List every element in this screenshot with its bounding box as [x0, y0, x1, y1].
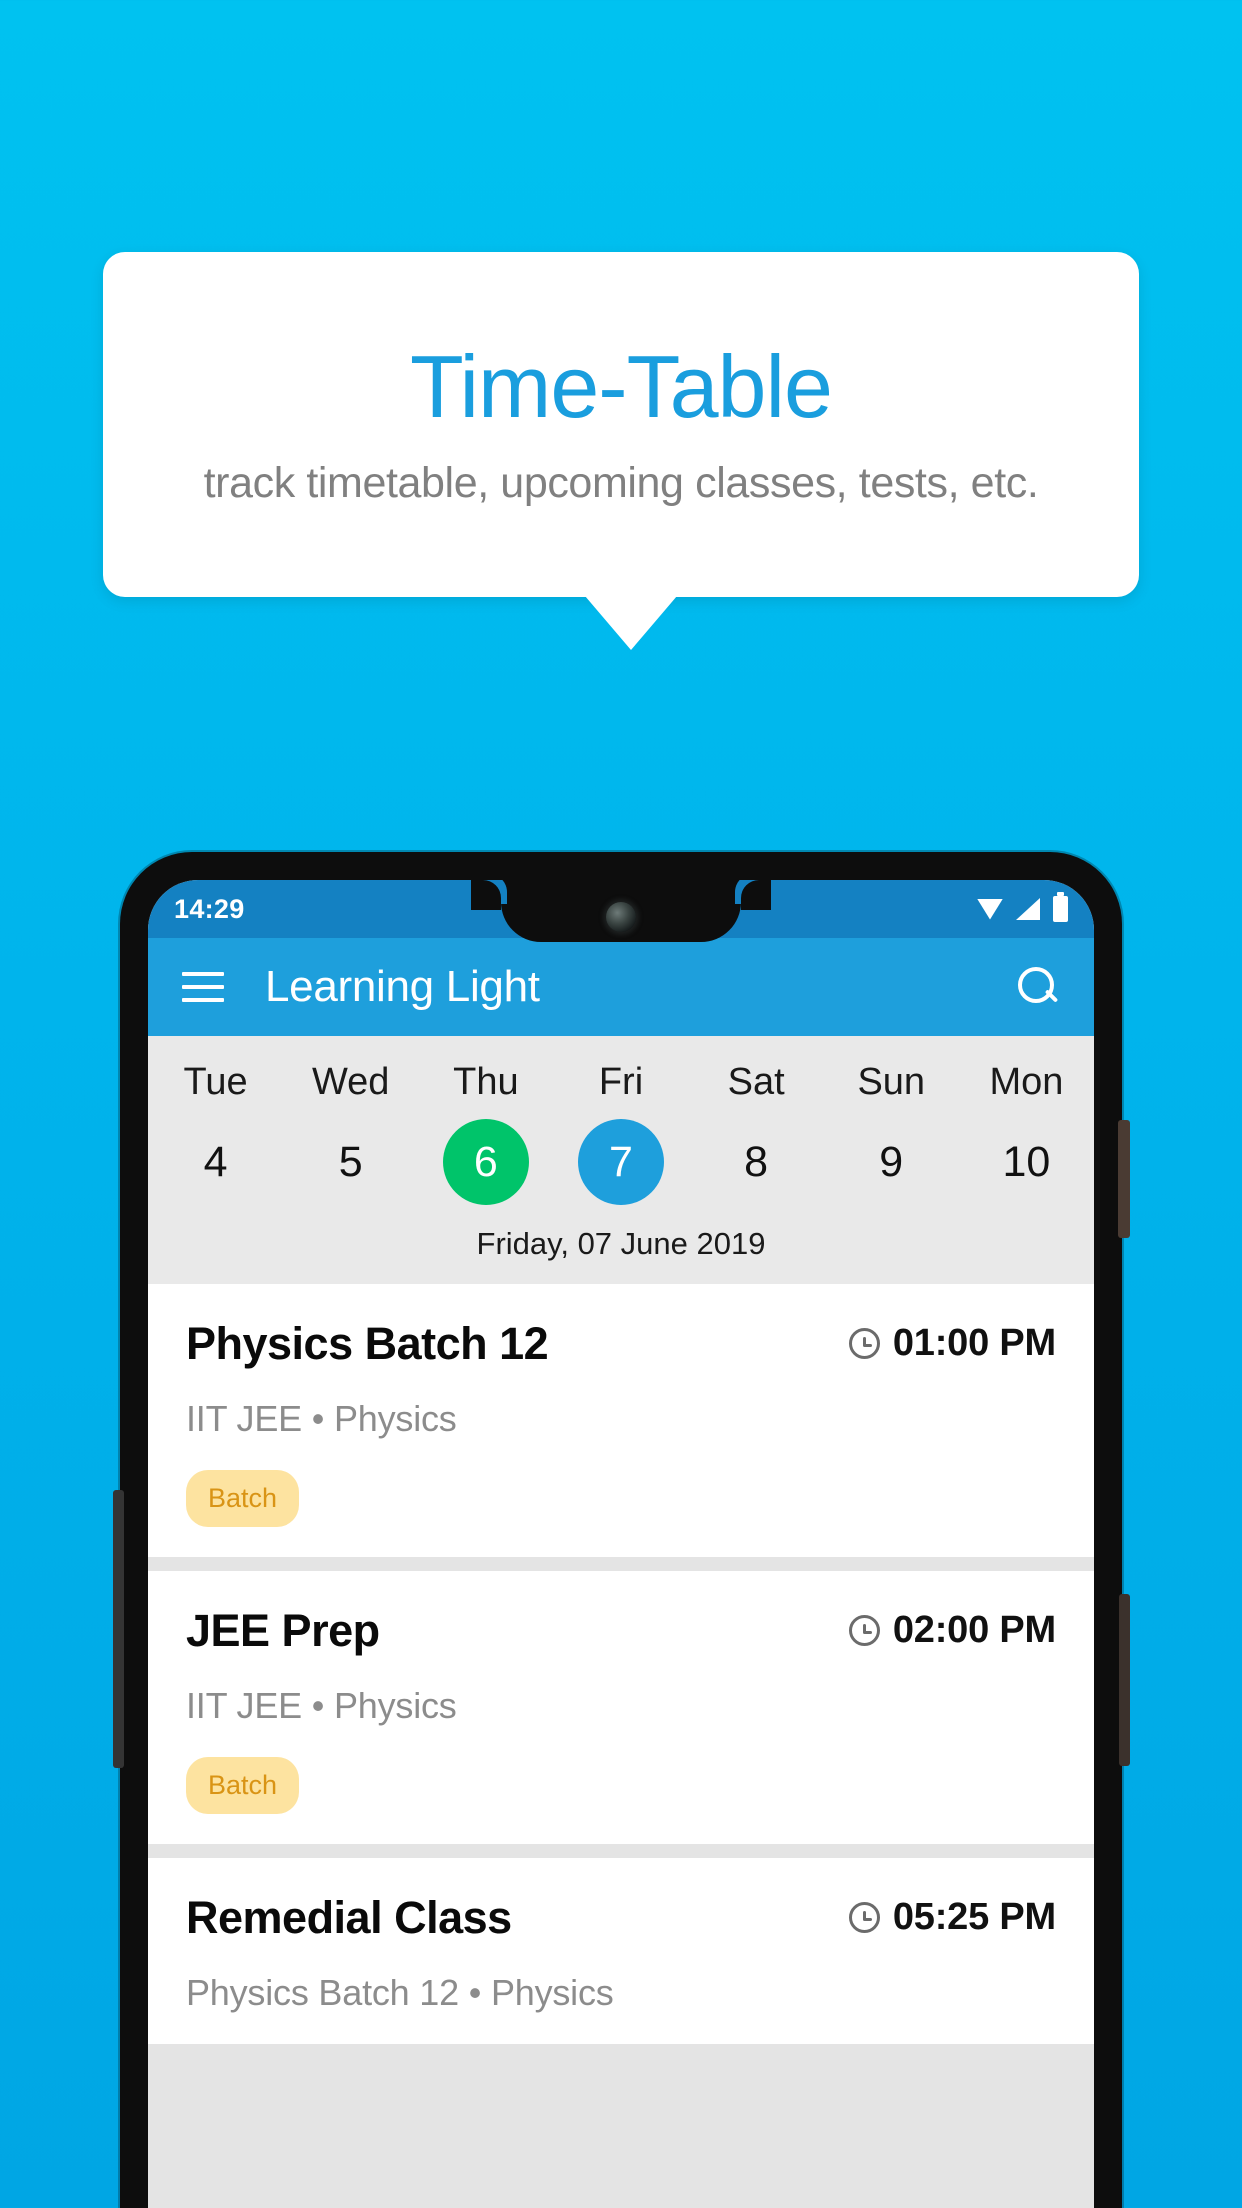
status-badge: Batch — [186, 1757, 300, 1814]
clock-icon — [848, 1902, 880, 1933]
class-card[interactable]: Physics Batch 12 01:00 PM IIT JEE • Phys… — [148, 1284, 1094, 1557]
phone-bezel: 14:29 Learning Light Tue Wed Thu Fri Sat… — [148, 880, 1094, 2208]
power-button[interactable] — [1118, 1120, 1130, 1238]
class-card[interactable]: Remedial Class 05:25 PM Physics Batch 12… — [148, 1858, 1094, 2044]
class-title: Remedial Class — [186, 1892, 512, 1943]
date-cell[interactable]: 10 — [959, 1114, 1094, 1210]
class-card[interactable]: JEE Prep 02:00 PM IIT JEE • Physics Batc… — [148, 1571, 1094, 1844]
class-time-group: 02:00 PM — [848, 1609, 1056, 1652]
front-camera-icon — [606, 902, 636, 932]
class-subtitle: IIT JEE • Physics — [186, 1398, 457, 1439]
date-number: 8 — [744, 1137, 769, 1186]
date-number: 5 — [338, 1137, 363, 1186]
wifi-icon — [977, 898, 1003, 920]
weekday-label: Tue — [183, 1060, 248, 1103]
date-cell[interactable]: 9 — [824, 1114, 959, 1210]
volume-button[interactable] — [1119, 1594, 1130, 1766]
hamburger-menu-icon[interactable] — [182, 972, 224, 1002]
weekday-label: Mon — [989, 1060, 1064, 1103]
weekday-label: Thu — [453, 1060, 519, 1103]
date-cell-selected[interactable]: 7 — [553, 1114, 688, 1210]
date-number: 4 — [203, 1137, 228, 1186]
left-side-button[interactable] — [113, 1490, 124, 1768]
date-number-row: 4 5 6 7 8 9 10 — [148, 1114, 1094, 1210]
date-cell[interactable]: 5 — [283, 1114, 418, 1210]
class-card-header: Remedial Class 05:25 PM — [186, 1892, 1056, 1944]
class-card-header: Physics Batch 12 01:00 PM — [186, 1318, 1056, 1370]
weekday-row: Tue Wed Thu Fri Sat Sun Mon — [148, 1050, 1094, 1114]
phone-device-frame: 14:29 Learning Light Tue Wed Thu Fri Sat… — [113, 852, 1130, 2208]
class-time-group: 01:00 PM — [848, 1322, 1056, 1365]
callout-pointer-arrow — [585, 596, 677, 650]
status-badge: Batch — [186, 1470, 300, 1527]
class-subtitle: Physics Batch 12 • Physics — [186, 1972, 614, 2013]
battery-icon — [1053, 892, 1068, 922]
class-title: JEE Prep — [186, 1605, 380, 1656]
app-bar-title: Learning Light — [265, 962, 540, 1011]
clock-icon — [848, 1328, 880, 1359]
date-number: 6 — [442, 1119, 529, 1205]
status-bar-clock: 14:29 — [174, 893, 245, 924]
signal-icon — [1016, 898, 1040, 920]
class-time-group: 05:25 PM — [848, 1896, 1056, 1939]
app-bar: Learning Light — [148, 938, 1094, 1036]
class-list[interactable]: Physics Batch 12 01:00 PM IIT JEE • Phys… — [148, 1284, 1094, 2208]
weekday-label: Sat — [727, 1060, 785, 1103]
selected-date-label: Friday, 07 June 2019 — [476, 1226, 766, 1261]
date-number: 7 — [577, 1119, 664, 1205]
status-bar-icons — [977, 892, 1068, 922]
date-cell-today[interactable]: 6 — [418, 1114, 553, 1210]
phone-screen: 14:29 Learning Light Tue Wed Thu Fri Sat… — [148, 880, 1094, 2208]
date-cell[interactable]: 4 — [148, 1114, 283, 1210]
class-card-header: JEE Prep 02:00 PM — [186, 1605, 1056, 1657]
status-bar: 14:29 — [148, 880, 1094, 942]
date-number: 9 — [879, 1137, 904, 1186]
clock-icon — [848, 1615, 880, 1646]
weekday-label: Fri — [598, 1060, 644, 1103]
weekday-label: Wed — [311, 1060, 390, 1103]
page-subtitle: track timetable, upcoming classes, tests… — [203, 459, 1039, 508]
class-time: 01:00 PM — [892, 1322, 1056, 1364]
weekday-label: Sun — [857, 1060, 926, 1103]
date-number: 10 — [1002, 1137, 1051, 1186]
date-strip: Tue Wed Thu Fri Sat Sun Mon 4 5 6 7 8 9 … — [148, 1036, 1094, 1284]
date-cell[interactable]: 8 — [689, 1114, 824, 1210]
class-time: 02:00 PM — [892, 1609, 1056, 1651]
class-title: Physics Batch 12 — [186, 1318, 549, 1369]
class-time: 05:25 PM — [892, 1896, 1056, 1938]
feature-callout-card: Time-Table track timetable, upcoming cla… — [103, 252, 1139, 597]
page-title: Time-Table — [410, 336, 833, 436]
search-icon[interactable] — [1016, 965, 1060, 1009]
class-subtitle: IIT JEE • Physics — [186, 1685, 457, 1726]
